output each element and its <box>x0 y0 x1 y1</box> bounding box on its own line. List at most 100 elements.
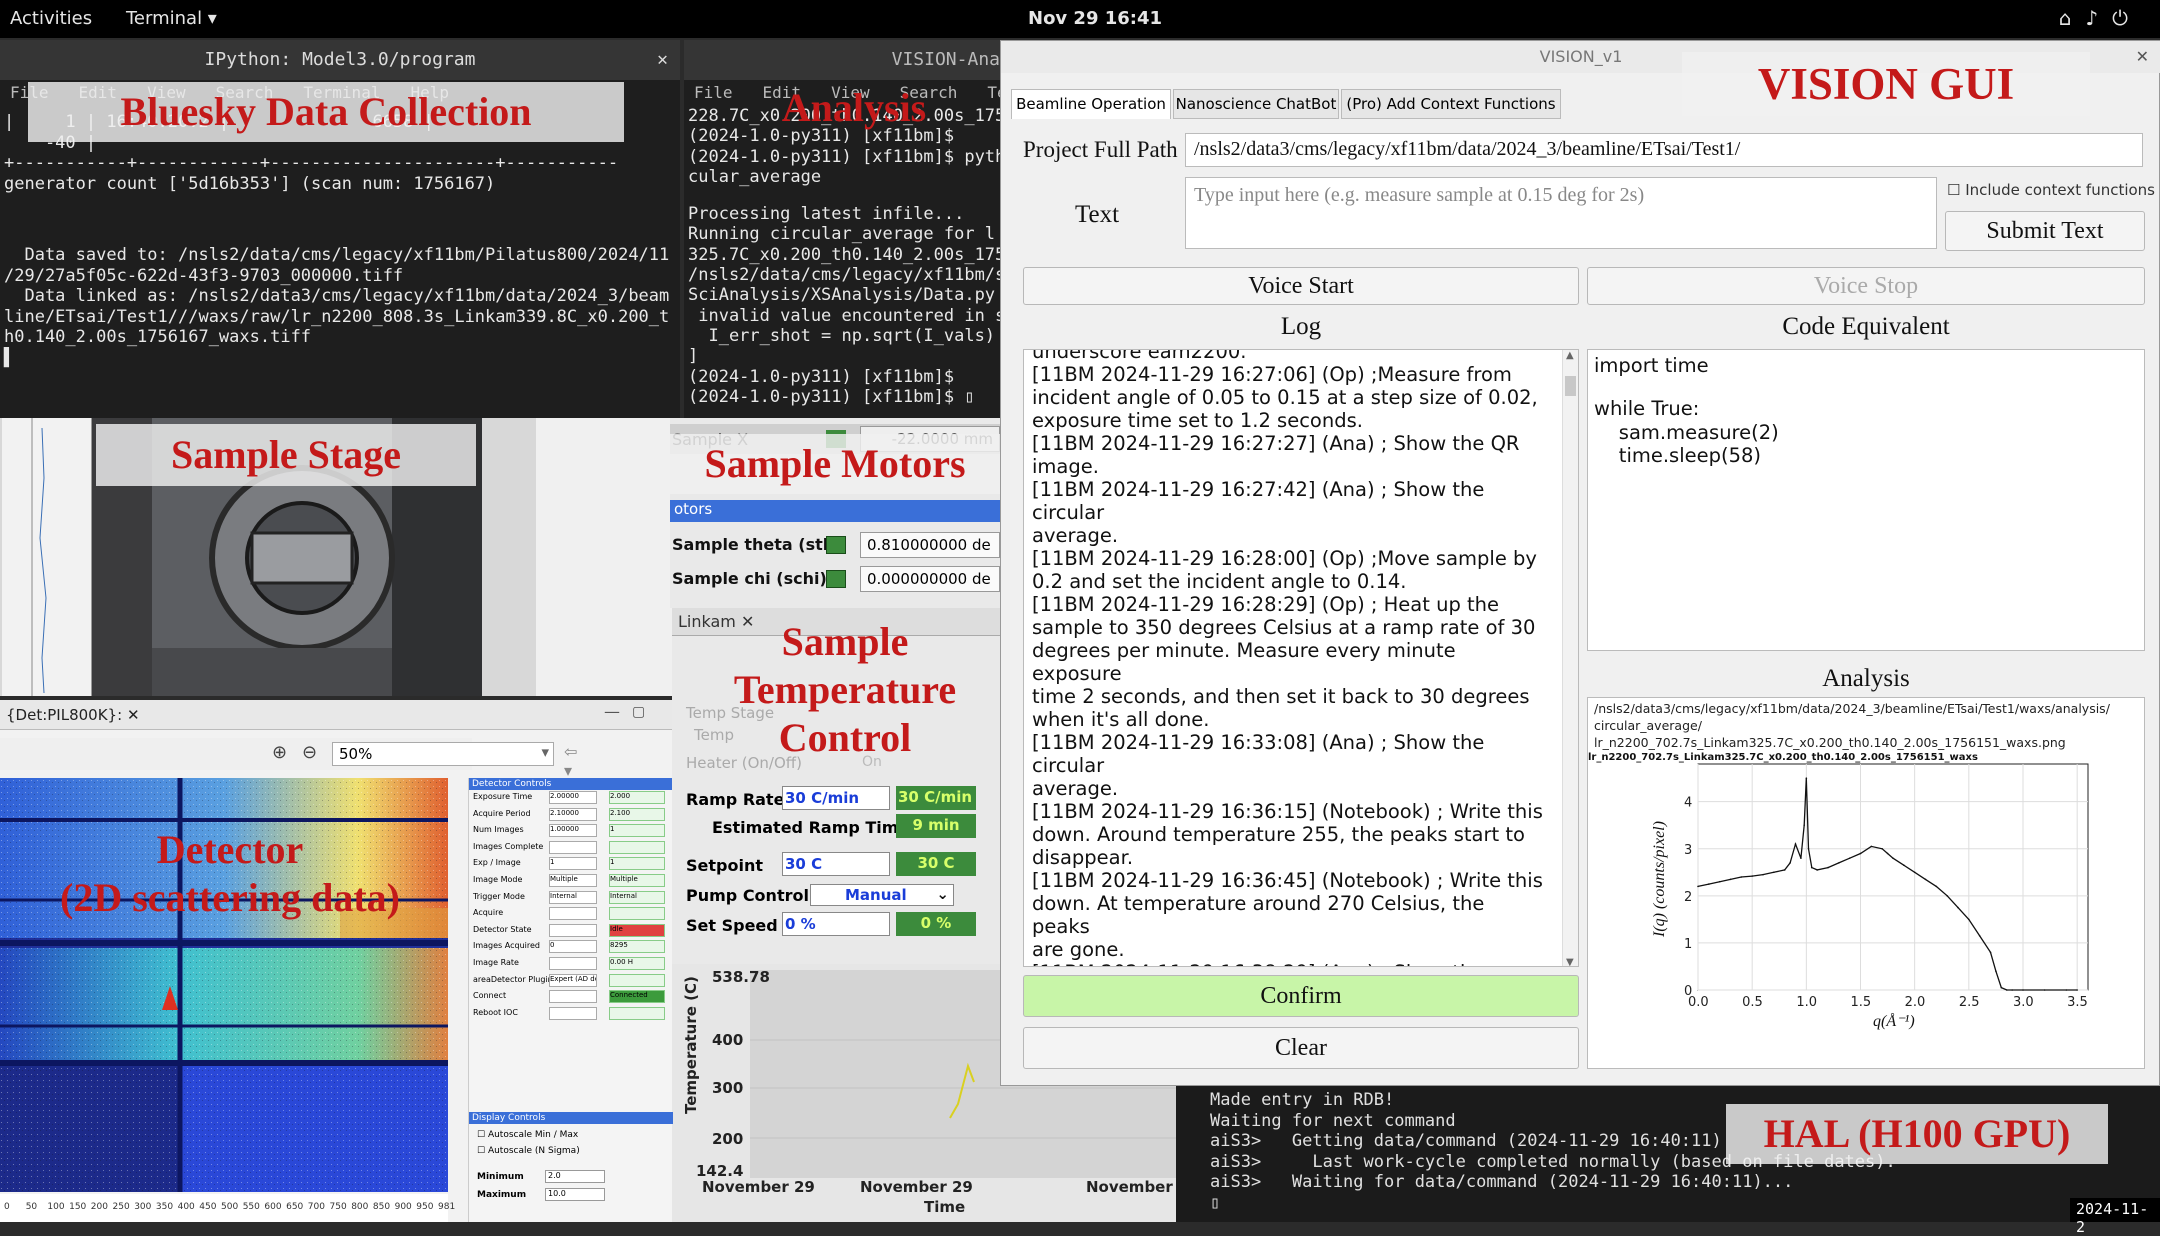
scroll-down-icon[interactable]: ▼ <box>1566 957 1574 966</box>
detector-axis-tick: 981 <box>438 1202 456 1212</box>
text-input[interactable]: Type input here (e.g. measure sample at … <box>1185 177 1937 249</box>
detector-control-row: Acquire Period 2.10000 2.100 <box>469 807 672 824</box>
log-scroll-thumb[interactable] <box>1565 376 1576 396</box>
detector-control-input[interactable] <box>549 923 597 937</box>
log-scrollbar[interactable]: ▲ ▼ <box>1562 350 1578 966</box>
y-tick-label: 2 <box>1684 890 1692 905</box>
terminal-menu[interactable]: Terminal ▾ <box>126 8 217 29</box>
zoom-in-icon[interactable]: ⊕ <box>272 742 287 763</box>
tab-add-context-functions[interactable]: (Pro) Add Context Functions <box>1341 89 1561 119</box>
detector-control-input[interactable] <box>549 956 597 970</box>
system-tray[interactable]: ⌂♪⏻ <box>2059 6 2142 30</box>
sth-input[interactable]: 0.810000000 de <box>860 532 1000 558</box>
detector-control-input[interactable] <box>549 990 597 1004</box>
detector-control-input[interactable] <box>549 840 597 854</box>
data-point <box>1794 843 1797 845</box>
data-point <box>1803 824 1805 827</box>
close-icon[interactable]: ✕ <box>127 706 140 724</box>
data-point <box>1807 847 1810 850</box>
terminal-line: Data saved to: /nsls2/data/cms/legacy/xf… <box>4 245 670 265</box>
sample-temp-line3: Control <box>778 715 912 760</box>
maximize-icon[interactable]: ▢ <box>632 704 645 720</box>
log-panel[interactable]: underscore eam2200. [11BM 2024-11-29 16:2… <box>1023 349 1579 967</box>
project-path-input[interactable]: /nsls2/data3/cms/legacy/xf11bm/data/2024… <box>1185 133 2143 167</box>
scroll-up-icon[interactable]: ▲ <box>1566 350 1574 361</box>
vision-gui-window[interactable]: VISION_v1 ✕ Beamline Operation Nanoscienc… <box>1000 40 2160 1086</box>
voice-stop-button[interactable]: Voice Stop <box>1587 267 2145 305</box>
tab-beamline-operation[interactable]: Beamline Operation <box>1011 89 1171 119</box>
detector-control-input[interactable] <box>549 1006 597 1020</box>
minimize-icon[interactable]: — <box>604 702 620 721</box>
detector-tab[interactable]: {Det:PIL800K}: ✕ <box>6 706 140 724</box>
detector-control-readback: 8295 <box>609 940 665 954</box>
motors-section-header: otors <box>670 500 1000 522</box>
terminal-line: I_err_shot = np.sqrt(I_vals) <box>688 325 996 346</box>
menu-item[interactable]: File <box>694 83 733 102</box>
log-header: Log <box>1280 313 1322 340</box>
detector-control-readback <box>609 907 665 921</box>
ipython-titlebar: IPython: Model3.0/program ✕ <box>0 40 680 80</box>
log-line: are gone. <box>1032 938 1125 961</box>
stage-left-panel <box>2 418 92 696</box>
include-context-checkbox[interactable]: ☐ Include context functions <box>1947 181 2155 199</box>
autoscale-minmax[interactable]: ☐ Autoscale Min / Max <box>477 1130 578 1140</box>
terminal-line: (2024-1.0-py311) [xf11bm]$ pyth <box>688 146 1000 167</box>
zoom-select[interactable]: 50% ▾ <box>332 742 554 766</box>
analysis-titlebar: VISION-Ana <box>684 40 1000 80</box>
minimum-input[interactable]: 2.0 <box>545 1170 605 1183</box>
detector-axis-tick: 450 <box>199 1202 217 1212</box>
data-point <box>1903 864 1905 867</box>
detector-control-input[interactable]: 2.10000 <box>549 807 597 821</box>
set-speed-input[interactable]: 0 % <box>782 912 890 936</box>
maximum-input[interactable]: 10.0 <box>545 1188 605 1201</box>
autoscale-nsigma[interactable]: ☐ Autoscale (N Sigma) <box>477 1146 580 1156</box>
data-point <box>1740 876 1743 878</box>
schi-input[interactable]: 0.000000000 de <box>860 566 1000 592</box>
ramp-time-label: Estimated Ramp Time <box>712 818 910 837</box>
close-icon[interactable]: ✕ <box>2136 41 2149 73</box>
detector-control-readback: Connected <box>609 990 665 1004</box>
data-point <box>1968 918 1970 921</box>
data-point <box>1913 871 1916 874</box>
detector-control-input[interactable]: 0 <box>549 940 597 954</box>
detector-control-input[interactable]: 1 <box>549 857 597 871</box>
clear-button[interactable]: Clear <box>1023 1027 1579 1069</box>
detector-control-input[interactable]: 2.00000 <box>549 791 597 804</box>
voice-start-button[interactable]: Voice Start <box>1023 267 1579 305</box>
detector-tabbar: {Det:PIL800K}: ✕ — ▢ <box>0 700 672 730</box>
terminal-line: h0.140_2.00s_1756167_waxs.tiff <box>4 327 312 347</box>
data-point <box>1957 906 1959 909</box>
code-panel[interactable]: import time while True: sam.measure(2) ti… <box>1587 349 2145 651</box>
y-axis-label: I(q) (counts/pixel) <box>1651 821 1668 938</box>
x-tick-label: 3.0 <box>2013 995 2034 1010</box>
temp-chart-ylabel: Temperature (C) <box>682 976 700 1114</box>
confirm-button[interactable]: Confirm <box>1023 975 1579 1017</box>
detector-control-input[interactable]: 1.00000 <box>549 824 597 838</box>
data-point <box>1751 875 1753 877</box>
detector-control-row: Reboot IOC <box>469 1006 672 1023</box>
detector-control-input[interactable]: Internal <box>549 890 597 904</box>
submit-text-button[interactable]: Submit Text <box>1945 211 2145 251</box>
close-icon[interactable]: ✕ <box>657 40 668 80</box>
data-point <box>1783 869 1786 871</box>
setpoint-input[interactable]: 30 C <box>782 852 890 876</box>
tab-nanoscience-chatbot[interactable]: Nanoscience ChatBot <box>1173 89 1339 119</box>
y-tick-label: 4 <box>1684 796 1692 811</box>
activities-button[interactable]: Activities <box>10 8 92 29</box>
ramp-rate-input[interactable]: 30 C/min <box>782 786 890 810</box>
detector-control-input[interactable]: Multiple <box>549 873 597 887</box>
clock[interactable]: Nov 29 16:41 <box>1028 8 1162 29</box>
detector-control-input[interactable]: Expert (AD detail) <box>549 973 597 987</box>
log-line: [11BM 2024-11-29 16:28:29] (Op) ; Heat u… <box>1032 593 1500 616</box>
pump-control-select[interactable]: Manual ⌄ <box>810 884 954 906</box>
zoom-out-icon[interactable]: ⊖ <box>302 742 317 763</box>
x-axis-label: q(Å⁻¹) <box>1873 1012 1915 1030</box>
detector-control-input[interactable] <box>549 907 597 921</box>
vision-title: VISION_v1 <box>1539 47 1623 66</box>
bluesky-overlay-label: Bluesky Data Collection <box>28 82 624 142</box>
detector-window[interactable]: {Det:PIL800K}: ✕ — ▢ ⊕ ⊖ 50%▾ ⇦ ▾ ⇨ ▾ <box>0 700 673 1222</box>
code-line: sam.measure(2) <box>1594 420 1779 444</box>
log-line: incident angle of 0.05 to 0.15 at a step… <box>1032 386 1538 409</box>
